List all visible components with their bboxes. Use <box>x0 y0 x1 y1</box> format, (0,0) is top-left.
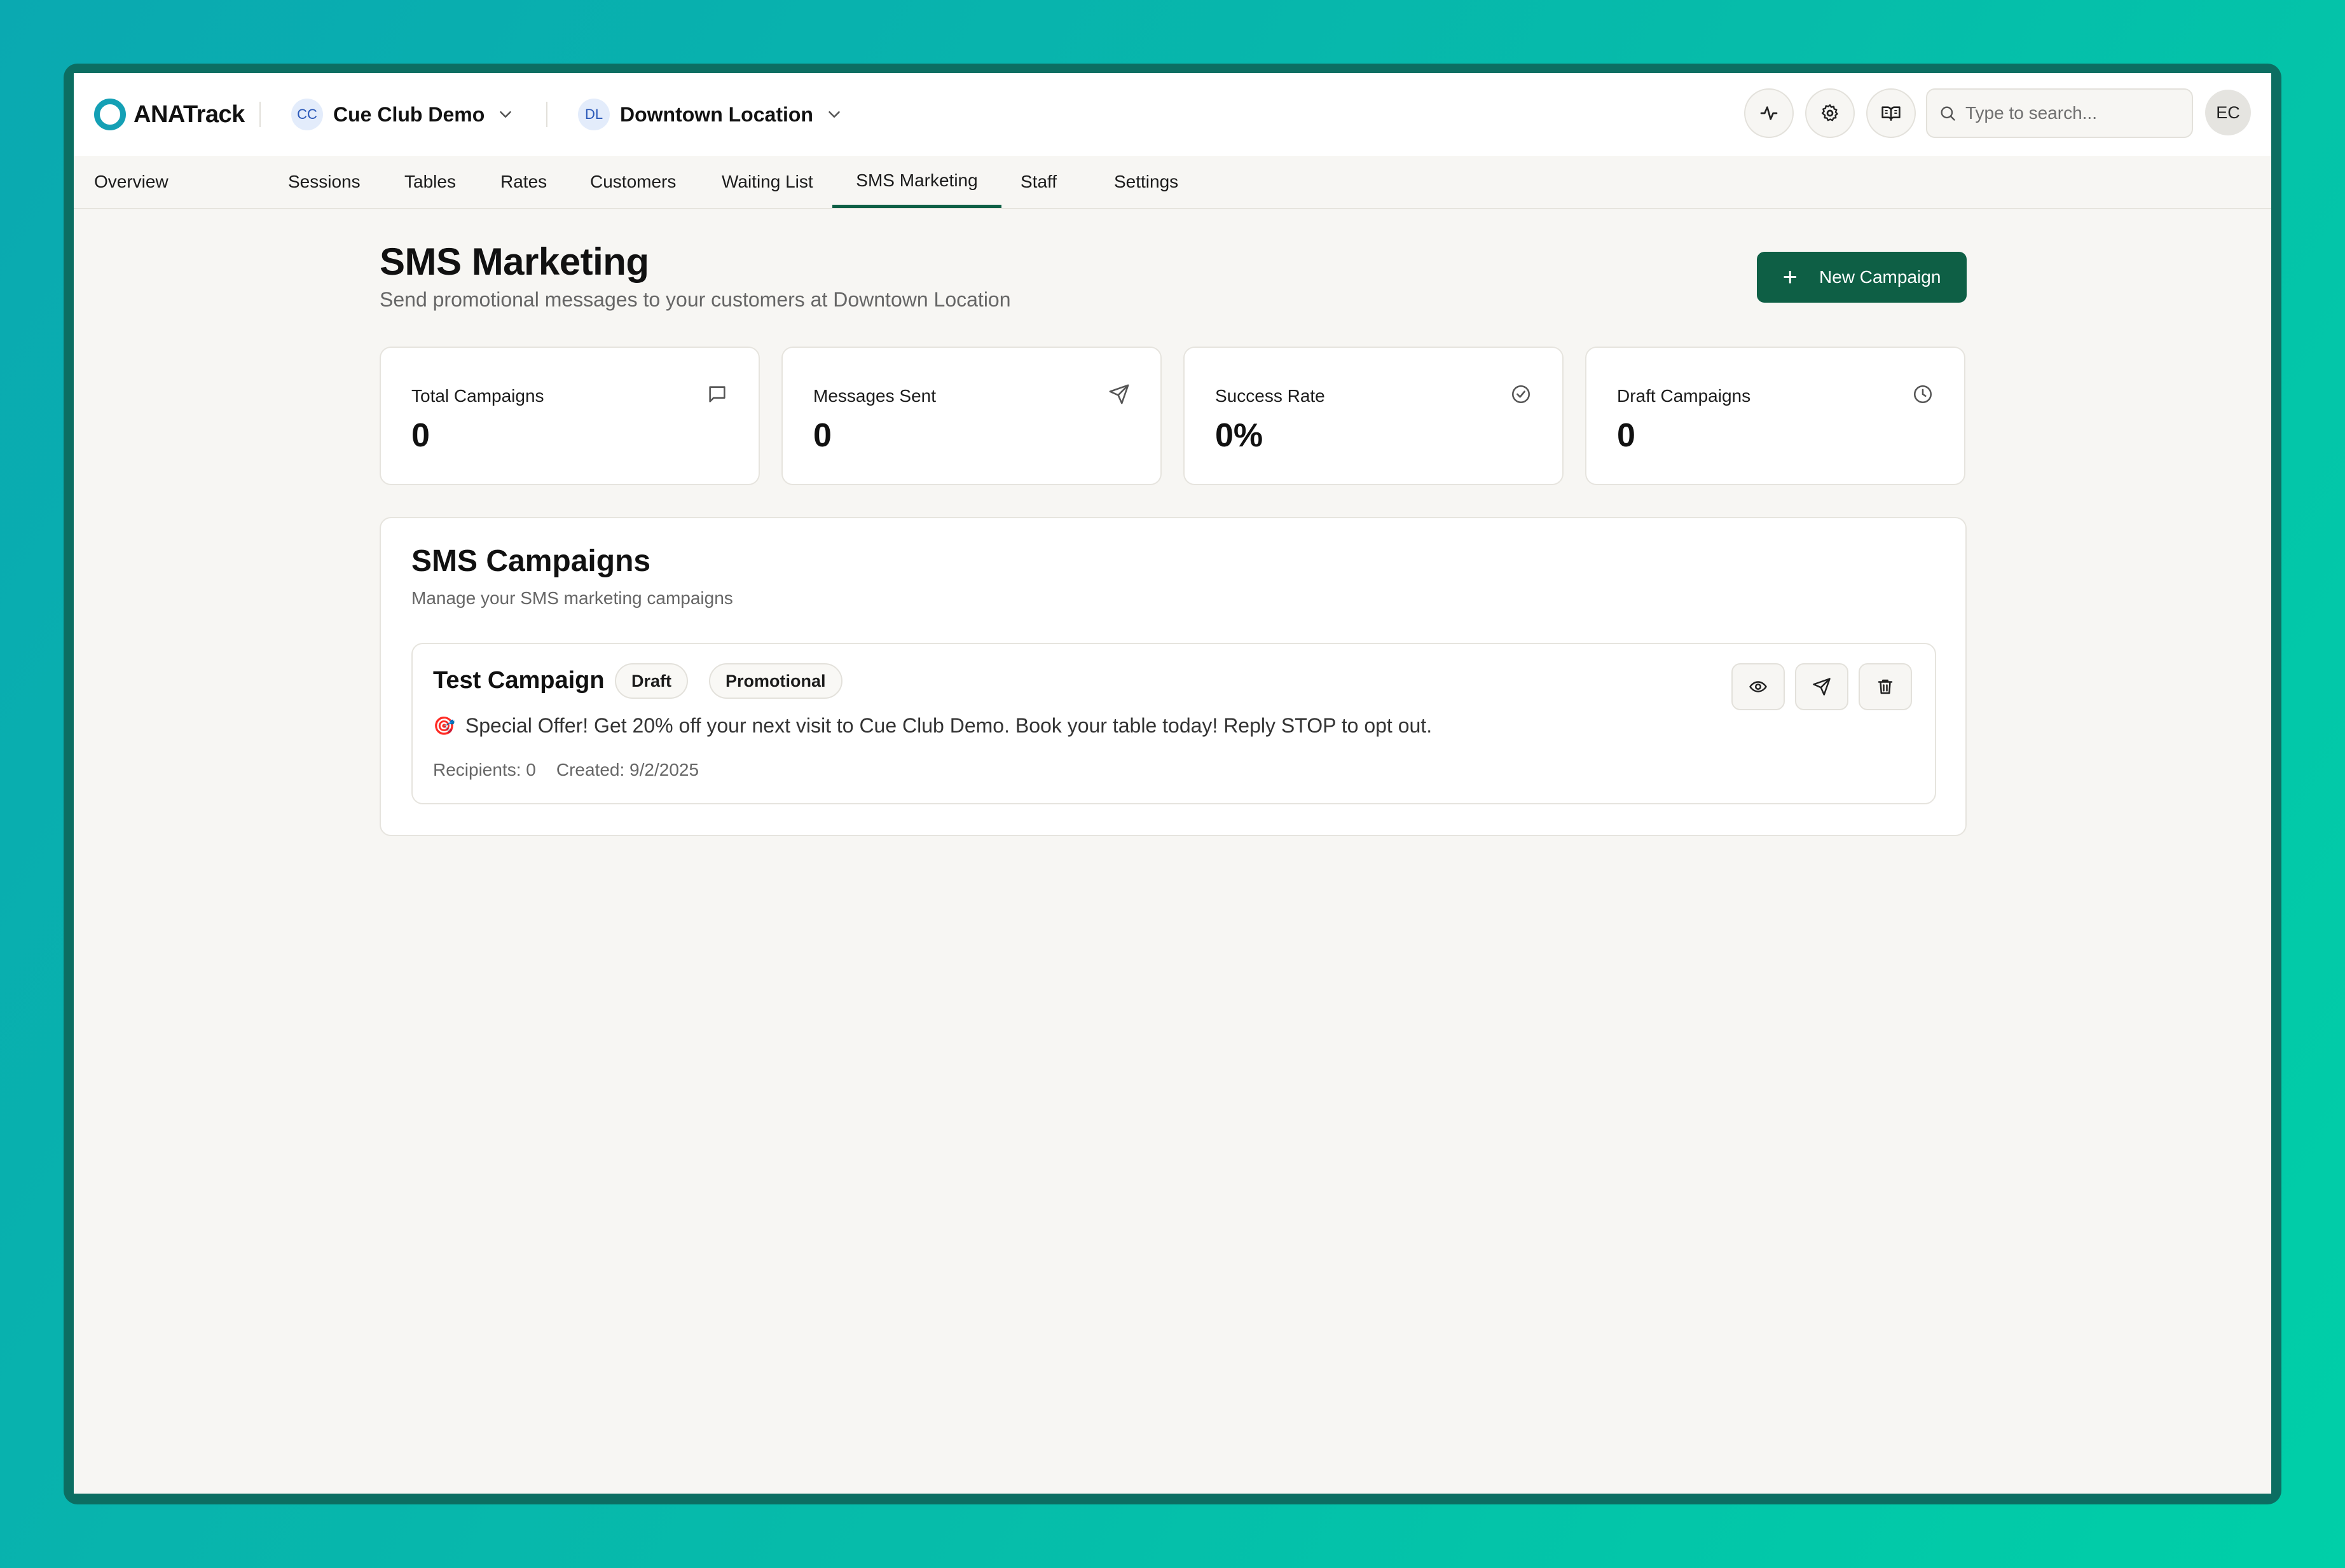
app-logo[interactable]: ANATrack <box>94 99 245 130</box>
page-title: SMS Marketing <box>380 240 649 283</box>
divider <box>259 102 261 127</box>
tab-settings[interactable]: Settings <box>1094 156 1199 208</box>
tab-staff[interactable]: Staff <box>1000 156 1077 208</box>
top-bar: ANATrack CC Cue Club Demo DL Downtown Lo… <box>74 73 2271 157</box>
type-badge: Promotional <box>709 663 842 699</box>
recipients-count: Recipients: 0 <box>433 760 536 780</box>
tab-sessions[interactable]: Sessions <box>268 156 381 208</box>
app-name: ANATrack <box>134 100 245 128</box>
new-campaign-button[interactable]: + New Campaign <box>1757 252 1967 303</box>
tab-customers[interactable]: Customers <box>570 156 696 208</box>
stat-card-messages-sent: Messages Sent 0 <box>781 347 1162 485</box>
target-emoji-icon: 🎯 <box>433 716 455 736</box>
chevron-down-icon <box>500 111 511 118</box>
eye-icon <box>1749 681 1767 692</box>
stat-label: Total Campaigns <box>411 386 544 406</box>
tab-sms-marketing[interactable]: SMS Marketing <box>832 156 1001 208</box>
divider <box>546 102 547 127</box>
created-date: Created: 9/2/2025 <box>556 760 699 780</box>
stat-label: Success Rate <box>1215 386 1325 406</box>
activity-button[interactable] <box>1744 88 1794 138</box>
send-campaign-button[interactable] <box>1795 663 1848 710</box>
tab-rates[interactable]: Rates <box>480 156 567 208</box>
check-circle-icon <box>1511 385 1530 404</box>
campaign-message: 🎯 Special Offer! Get 20% off your next v… <box>433 714 1432 738</box>
stat-value: 0 <box>813 417 832 454</box>
clock-icon <box>1913 385 1932 404</box>
stat-card-draft-campaigns: Draft Campaigns 0 <box>1585 347 1965 485</box>
user-avatar[interactable]: EC <box>2205 90 2251 135</box>
send-icon <box>1813 678 1831 696</box>
status-badge: Draft <box>615 663 689 699</box>
org-avatar: CC <box>291 99 323 130</box>
plus-icon: + <box>1782 263 1798 291</box>
stat-card-total-campaigns: Total Campaigns 0 <box>380 347 760 485</box>
stat-card-success-rate: Success Rate 0% <box>1183 347 1564 485</box>
stat-label: Messages Sent <box>813 386 936 406</box>
new-campaign-label: New Campaign <box>1819 267 1941 287</box>
campaign-message-text: Special Offer! Get 20% off your next vis… <box>465 714 1433 737</box>
trash-icon <box>1878 679 1893 694</box>
book-open-icon <box>1881 106 1901 121</box>
activity-icon <box>1760 106 1778 120</box>
location-name: Downtown Location <box>620 102 813 126</box>
stat-value: 0 <box>411 417 430 454</box>
org-switcher[interactable]: CC Cue Club Demo <box>291 99 515 130</box>
view-campaign-button[interactable] <box>1731 663 1785 710</box>
main-nav: Overview Sessions Tables Rates Customers… <box>74 156 2271 209</box>
campaign-meta: Recipients: 0 Created: 9/2/2025 <box>433 760 699 780</box>
send-icon <box>1109 384 1129 404</box>
org-name: Cue Club Demo <box>333 102 485 126</box>
sms-campaigns-panel: SMS Campaigns Manage your SMS marketing … <box>380 517 1967 836</box>
campaign-card[interactable]: Test Campaign Draft Promotional 🎯 Specia… <box>411 643 1936 804</box>
chevron-down-icon <box>829 111 840 118</box>
tab-overview[interactable]: Overview <box>74 156 189 208</box>
search-input[interactable] <box>1964 102 2177 124</box>
location-avatar: DL <box>578 99 610 130</box>
delete-campaign-button[interactable] <box>1859 663 1912 710</box>
stat-value: 0% <box>1215 417 1263 454</box>
message-square-icon <box>709 386 726 402</box>
docs-button[interactable] <box>1866 88 1916 138</box>
gear-icon <box>1821 104 1838 121</box>
tab-tables[interactable]: Tables <box>384 156 476 208</box>
stat-label: Draft Campaigns <box>1617 386 1751 406</box>
logo-icon <box>94 99 126 130</box>
page-subtitle: Send promotional messages to your custom… <box>380 288 1011 311</box>
campaign-name: Test Campaign <box>433 667 605 694</box>
app-window: ANATrack CC Cue Club Demo DL Downtown Lo… <box>74 73 2271 1494</box>
panel-title: SMS Campaigns <box>411 544 651 578</box>
stat-value: 0 <box>1617 417 1635 454</box>
location-switcher[interactable]: DL Downtown Location <box>578 99 844 130</box>
search-box[interactable] <box>1926 88 2193 138</box>
search-icon <box>1941 106 1955 121</box>
settings-button[interactable] <box>1805 88 1855 138</box>
tab-waiting-list[interactable]: Waiting List <box>701 156 834 208</box>
panel-subtitle: Manage your SMS marketing campaigns <box>411 588 733 608</box>
